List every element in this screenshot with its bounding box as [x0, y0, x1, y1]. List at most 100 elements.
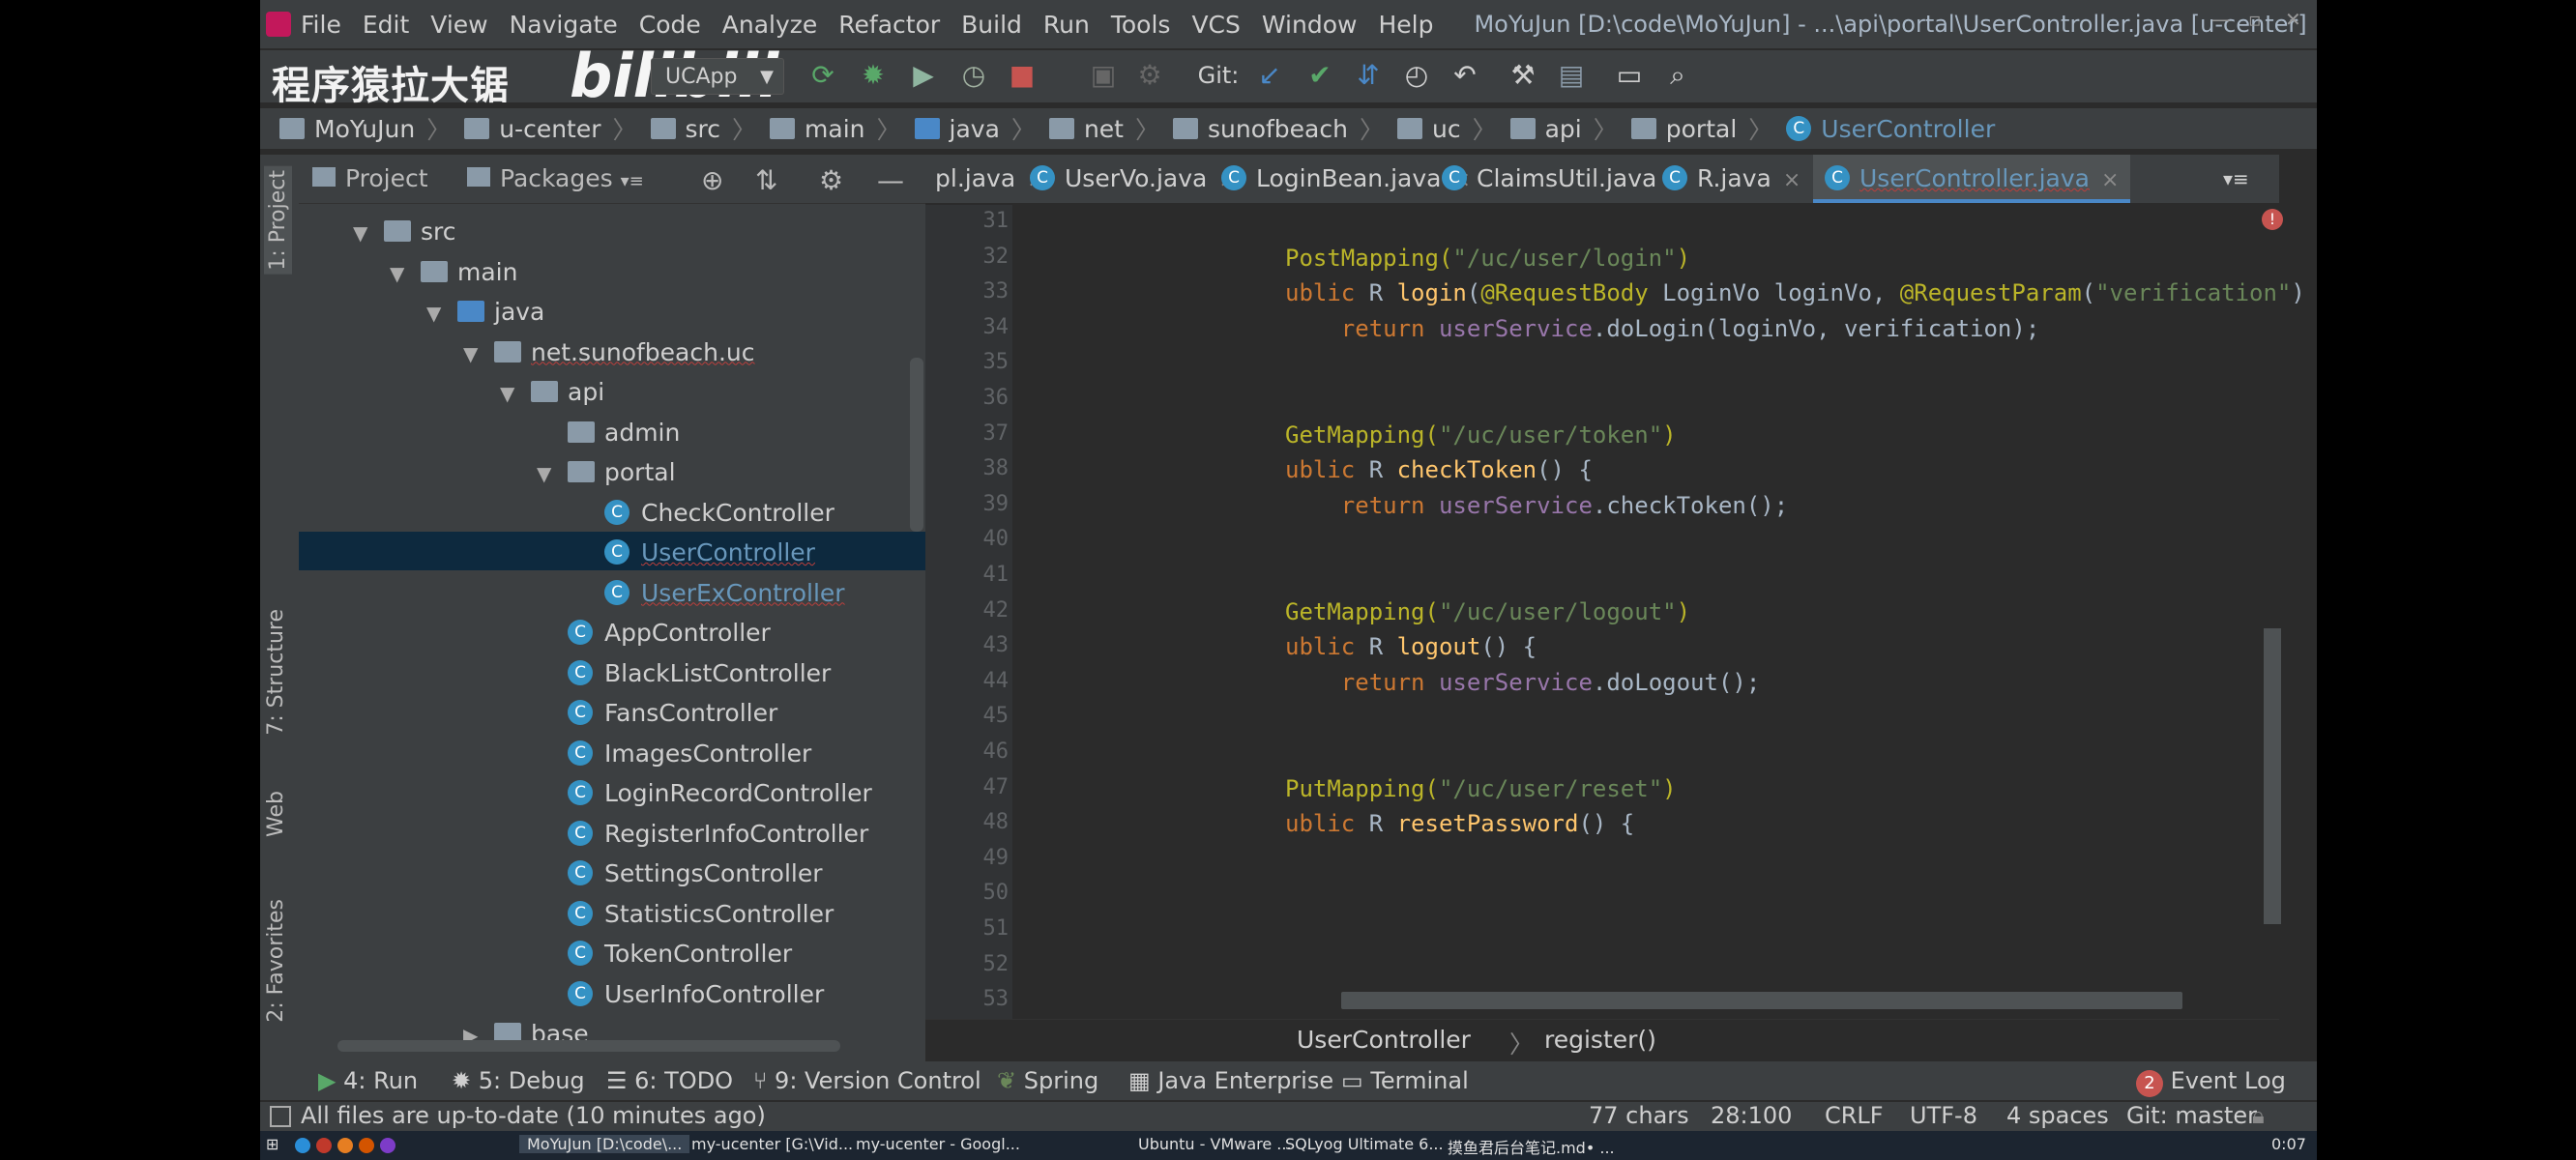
pinned-app-icons[interactable]	[295, 1135, 401, 1153]
version-control-tool-button[interactable]: ⑂ 9: Version Control	[753, 1067, 981, 1094]
tab-usercontroller-java[interactable]: C UserController.java ×	[1813, 155, 2131, 203]
terminal-tool-button[interactable]: ▭ Terminal	[1341, 1067, 1469, 1094]
git-history-icon[interactable]: ◴	[1401, 60, 1432, 91]
crumb-java[interactable]: java 〉	[914, 111, 1036, 146]
tree-horizontal-scrollbar[interactable]	[337, 1040, 840, 1052]
web-tool-tab[interactable]: Web	[264, 791, 288, 837]
menu-build[interactable]: Build	[961, 11, 1022, 39]
tab-list-icon[interactable]: ▾≡	[2223, 155, 2249, 203]
taskbar-item-intellij[interactable]: MoYuJun [D:\code\...	[519, 1135, 690, 1153]
menu-run[interactable]: Run	[1043, 11, 1090, 39]
hide-panel-icon[interactable]: —	[877, 164, 904, 196]
crumb-src[interactable]: src 〉	[650, 111, 756, 146]
tree-item-appcontroller[interactable]: C AppController	[537, 614, 771, 652]
caret-position[interactable]: 28:100	[1711, 1102, 1792, 1129]
line-separator[interactable]: CRLF	[1825, 1102, 1884, 1129]
menu-analyze[interactable]: Analyze	[722, 11, 818, 39]
tree-item-tokencontroller[interactable]: C TokenController	[537, 935, 792, 973]
lock-icon[interactable]: 🔒︎	[2252, 1102, 2265, 1129]
close-icon[interactable]: ✕	[2285, 8, 2301, 31]
git-push-icon[interactable]: ⇵	[1353, 60, 1384, 91]
tree-item-fanscontroller[interactable]: C FansController	[537, 694, 777, 733]
indent-setting[interactable]: 4 spaces	[2006, 1102, 2109, 1129]
crumb-u-center[interactable]: u-center 〉	[464, 111, 637, 146]
tab-packages[interactable]: Packages ▾≡	[467, 164, 644, 192]
tree-item-settingscontroller[interactable]: C SettingsController	[537, 855, 823, 893]
crumb-moyujun[interactable]: MoYuJun 〉	[279, 111, 451, 146]
maximize-icon[interactable]: ▫	[2248, 8, 2262, 31]
git-branch[interactable]: Git: master	[2126, 1102, 2257, 1129]
menu-vcs[interactable]: VCS	[1191, 11, 1240, 39]
menu-window[interactable]: Window	[1262, 11, 1358, 39]
crumb-api[interactable]: api 〉	[1509, 111, 1618, 146]
tree-item-portal[interactable]: ▼ portal	[537, 453, 676, 492]
menu-view[interactable]: View	[430, 11, 487, 39]
project-tool-tab[interactable]: 1: Project	[264, 166, 292, 275]
git-update-icon[interactable]: ↙	[1254, 60, 1285, 91]
tree-item-net-sunofbeach-uc[interactable]: ▼ net.sunofbeach.uc	[463, 334, 754, 372]
crumb-uc[interactable]: uc 〉	[1396, 111, 1497, 146]
expand-arrow-icon[interactable]: ▼	[537, 454, 556, 493]
spring-tool-button[interactable]: ❦ Spring	[997, 1067, 1098, 1094]
expand-arrow-icon[interactable]: ▼	[500, 374, 519, 413]
run-tool-button[interactable]: ▶ 4: Run	[318, 1067, 418, 1094]
menu-tools[interactable]: Tools	[1111, 11, 1171, 39]
tree-item-blacklistcontroller[interactable]: C BlackListController	[537, 654, 831, 693]
close-tab-icon[interactable]: ×	[2101, 168, 2119, 192]
gear-icon[interactable]: ⚙	[819, 164, 843, 196]
project-structure-icon[interactable]: ▤	[1556, 60, 1587, 91]
error-indicator-icon[interactable]: !	[2262, 209, 2283, 230]
java-enterprise-tool-button[interactable]: ▦ Java Enterprise	[1128, 1067, 1333, 1094]
todo-tool-button[interactable]: ☰ 6: TODO	[606, 1067, 733, 1094]
favorites-tool-tab[interactable]: 2: Favorites	[264, 899, 288, 1023]
taskbar-item-explorer[interactable]: my-ucenter [G:\Vid...	[691, 1135, 853, 1153]
crumb-usercontroller[interactable]: C UserController	[1786, 115, 1995, 143]
locate-icon[interactable]: ⊕	[701, 164, 723, 196]
crumb-sunofbeach[interactable]: sunofbeach 〉	[1172, 111, 1384, 146]
crumb-portal[interactable]: portal 〉	[1630, 111, 1772, 146]
tree-item-usercontroller[interactable]: C UserController	[573, 534, 815, 572]
menu-file[interactable]: File	[301, 11, 341, 39]
attach-debugger-icon[interactable]: ▣	[1088, 60, 1119, 91]
build-artifacts-icon[interactable]: ⚙	[1134, 60, 1165, 91]
stop-icon[interactable]: ■	[1007, 60, 1038, 91]
editor-horizontal-scrollbar[interactable]	[1341, 992, 2182, 1009]
tree-item-userinfocontroller[interactable]: C UserInfoController	[537, 975, 824, 1014]
tree-item-main[interactable]: ▼ main	[390, 253, 517, 292]
debug-tool-button[interactable]: ✹ 5: Debug	[452, 1067, 585, 1094]
taskbar-item-chrome[interactable]: my-ucenter - Googl...	[856, 1135, 1020, 1153]
run-config-select[interactable]: UCApp ▼	[651, 58, 784, 95]
crumb-method[interactable]: register()	[1544, 1026, 1656, 1054]
panel-toggle-icon[interactable]	[270, 1106, 291, 1127]
debug-icon[interactable]: ✹	[858, 60, 889, 91]
start-icon[interactable]: ⊞	[266, 1135, 278, 1153]
taskbar-item-vmware[interactable]: Ubuntu - VMware ...	[1138, 1135, 1292, 1153]
tree-item-java[interactable]: ▼ java	[426, 293, 544, 332]
expand-arrow-icon[interactable]: ▼	[426, 294, 446, 333]
code-editor[interactable]: PostMapping("/uc/user/login") ublic R log…	[1014, 205, 2305, 1027]
menu-navigate[interactable]: Navigate	[510, 11, 618, 39]
taskbar-item-notes[interactable]: 摸鱼君后台笔记.md• ...	[1448, 1135, 1615, 1158]
expand-arrow-icon[interactable]: ▼	[353, 214, 372, 252]
close-tab-icon[interactable]: ×	[1783, 168, 1800, 192]
structure-tool-tab[interactable]: 7: Structure	[264, 609, 288, 736]
search-icon[interactable]: ⌕	[1662, 60, 1693, 91]
tab-r-java[interactable]: C R.java ×	[1653, 155, 1810, 203]
crumb-net[interactable]: net 〉	[1048, 111, 1159, 146]
terminal-window-icon[interactable]: ▭	[1614, 60, 1645, 91]
profile-icon[interactable]: ◷	[958, 60, 989, 91]
file-encoding[interactable]: UTF-8	[1910, 1102, 1977, 1129]
menu-code[interactable]: Code	[639, 11, 701, 39]
tree-item-imagescontroller[interactable]: C ImagesController	[537, 735, 811, 773]
expand-arrow-icon[interactable]: ▼	[463, 334, 483, 373]
tree-item-src[interactable]: ▼ src	[353, 213, 456, 251]
taskbar-item-sqlyog[interactable]: SQLyog Ultimate 6...	[1285, 1135, 1444, 1153]
rerun-icon[interactable]: ⟳	[807, 60, 838, 91]
tree-item-admin[interactable]: admin	[537, 414, 680, 452]
minimize-icon[interactable]: —	[2211, 8, 2231, 31]
git-rollback-icon[interactable]: ↶	[1449, 60, 1480, 91]
git-commit-icon[interactable]: ✔	[1304, 60, 1335, 91]
coverage-icon[interactable]: ▶	[908, 60, 939, 91]
expand-arrow-icon[interactable]: ▼	[390, 254, 409, 293]
event-log-button[interactable]: 2 Event Log	[2136, 1067, 2286, 1097]
